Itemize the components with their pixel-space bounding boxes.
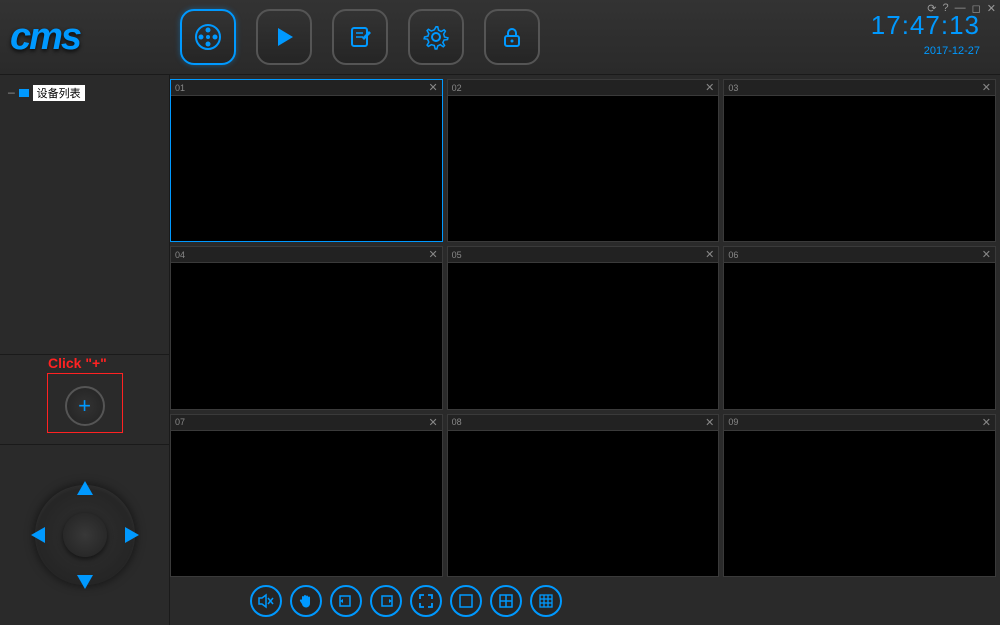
cell-close-button[interactable]: ✕ xyxy=(982,248,991,261)
film-reel-icon xyxy=(193,22,223,52)
ptz-right-button[interactable] xyxy=(125,527,139,543)
cell-header: 01 ✕ xyxy=(171,80,442,96)
cell-close-button[interactable]: ✕ xyxy=(705,416,714,429)
tree-collapse-icon: ─ xyxy=(8,87,15,100)
clock: 17:47:13 2017-12-27 xyxy=(871,10,980,57)
settings-button[interactable] xyxy=(408,9,464,65)
cell-header: 04 ✕ xyxy=(171,247,442,263)
minimize-button[interactable]: — xyxy=(955,2,966,15)
cell-number: 09 xyxy=(728,417,738,427)
device-tree: ─ 设备列表 xyxy=(0,75,169,355)
body: ─ 设备列表 Click "+" + 01 ✕ 02 ✕ 03 ✕ 04 ✕ 05 ✕ 06 ✕ xyxy=(0,75,1000,625)
cell-close-button[interactable]: ✕ xyxy=(428,248,437,261)
layout-3x3-icon xyxy=(538,593,554,609)
lock-icon xyxy=(500,25,524,49)
playback-button[interactable] xyxy=(256,9,312,65)
cell-number: 02 xyxy=(452,83,462,93)
log-button[interactable] xyxy=(332,9,388,65)
device-list-icon xyxy=(19,89,29,97)
tree-root-label: 设备列表 xyxy=(33,85,85,101)
gear-icon xyxy=(422,23,450,51)
layout-4-button[interactable] xyxy=(490,585,522,617)
cell-close-button[interactable]: ✕ xyxy=(982,81,991,94)
cell-header: 03 ✕ xyxy=(724,80,995,96)
prev-page-button[interactable] xyxy=(330,585,362,617)
video-cell[interactable]: 09 ✕ xyxy=(723,414,996,577)
ptz-center-button[interactable] xyxy=(63,513,107,557)
cell-close-button[interactable]: ✕ xyxy=(705,81,714,94)
video-cell[interactable]: 02 ✕ xyxy=(447,79,720,242)
edit-note-icon xyxy=(347,24,373,50)
bottom-toolbar xyxy=(170,577,996,625)
play-icon xyxy=(271,24,297,50)
refresh-button[interactable]: ⟳ xyxy=(927,2,936,15)
main-panel: 01 ✕ 02 ✕ 03 ✕ 04 ✕ 05 ✕ 06 ✕ 07 ✕ 08 ✕ 09 ✕ xyxy=(170,75,1000,625)
ptz-left-button[interactable] xyxy=(31,527,45,543)
layout-9-button[interactable] xyxy=(530,585,562,617)
page-prev-icon xyxy=(337,592,355,610)
help-button[interactable]: ? xyxy=(943,2,949,15)
ptz-down-button[interactable] xyxy=(77,575,93,589)
layout-1x1-icon xyxy=(458,593,474,609)
cell-close-button[interactable]: ✕ xyxy=(705,248,714,261)
fullscreen-button[interactable] xyxy=(410,585,442,617)
close-button[interactable]: ✕ xyxy=(987,2,996,15)
add-hint-text: Click "+" xyxy=(48,355,107,371)
cell-number: 04 xyxy=(175,250,185,260)
manual-button[interactable] xyxy=(290,585,322,617)
ptz-up-button[interactable] xyxy=(77,481,93,495)
video-cell[interactable]: 01 ✕ xyxy=(170,79,443,242)
cell-header: 08 ✕ xyxy=(448,415,719,431)
live-view-button[interactable] xyxy=(180,9,236,65)
mute-icon xyxy=(257,592,275,610)
fullscreen-icon xyxy=(417,592,435,610)
cell-header: 07 ✕ xyxy=(171,415,442,431)
cell-number: 01 xyxy=(175,83,185,93)
cell-header: 09 ✕ xyxy=(724,415,995,431)
cell-header: 06 ✕ xyxy=(724,247,995,263)
video-cell[interactable]: 07 ✕ xyxy=(170,414,443,577)
cell-number: 03 xyxy=(728,83,738,93)
video-cell[interactable]: 04 ✕ xyxy=(170,246,443,409)
add-hint-box xyxy=(47,373,123,433)
logo: cms xyxy=(10,16,160,59)
window-controls: ⟳ ? — ◻ ✕ xyxy=(927,2,996,15)
cell-number: 05 xyxy=(452,250,462,260)
maximize-button[interactable]: ◻ xyxy=(972,2,981,15)
clock-date: 2017-12-27 xyxy=(871,45,980,57)
sidebar: ─ 设备列表 Click "+" + xyxy=(0,75,170,625)
video-cell[interactable]: 08 ✕ xyxy=(447,414,720,577)
cell-close-button[interactable]: ✕ xyxy=(982,416,991,429)
lock-button[interactable] xyxy=(484,9,540,65)
cell-header: 02 ✕ xyxy=(448,80,719,96)
video-grid: 01 ✕ 02 ✕ 03 ✕ 04 ✕ 05 ✕ 06 ✕ 07 ✕ 08 ✕ 09 ✕ xyxy=(170,79,996,577)
hand-icon xyxy=(297,592,315,610)
mute-button[interactable] xyxy=(250,585,282,617)
page-next-icon xyxy=(377,592,395,610)
cell-number: 07 xyxy=(175,417,185,427)
video-cell[interactable]: 05 ✕ xyxy=(447,246,720,409)
main-toolbar xyxy=(180,9,540,65)
cell-close-button[interactable]: ✕ xyxy=(428,81,437,94)
layout-1-button[interactable] xyxy=(450,585,482,617)
layout-2x2-icon xyxy=(498,593,514,609)
cell-number: 08 xyxy=(452,417,462,427)
next-page-button[interactable] xyxy=(370,585,402,617)
ptz-control xyxy=(25,475,145,595)
cell-close-button[interactable]: ✕ xyxy=(428,416,437,429)
tree-root-node[interactable]: ─ 设备列表 xyxy=(8,85,161,101)
ptz-panel xyxy=(0,445,169,625)
video-cell[interactable]: 03 ✕ xyxy=(723,79,996,242)
video-cell[interactable]: 06 ✕ xyxy=(723,246,996,409)
cell-number: 06 xyxy=(728,250,738,260)
cell-header: 05 ✕ xyxy=(448,247,719,263)
add-device-panel: Click "+" + xyxy=(0,355,169,445)
header: cms xyxy=(0,0,1000,75)
